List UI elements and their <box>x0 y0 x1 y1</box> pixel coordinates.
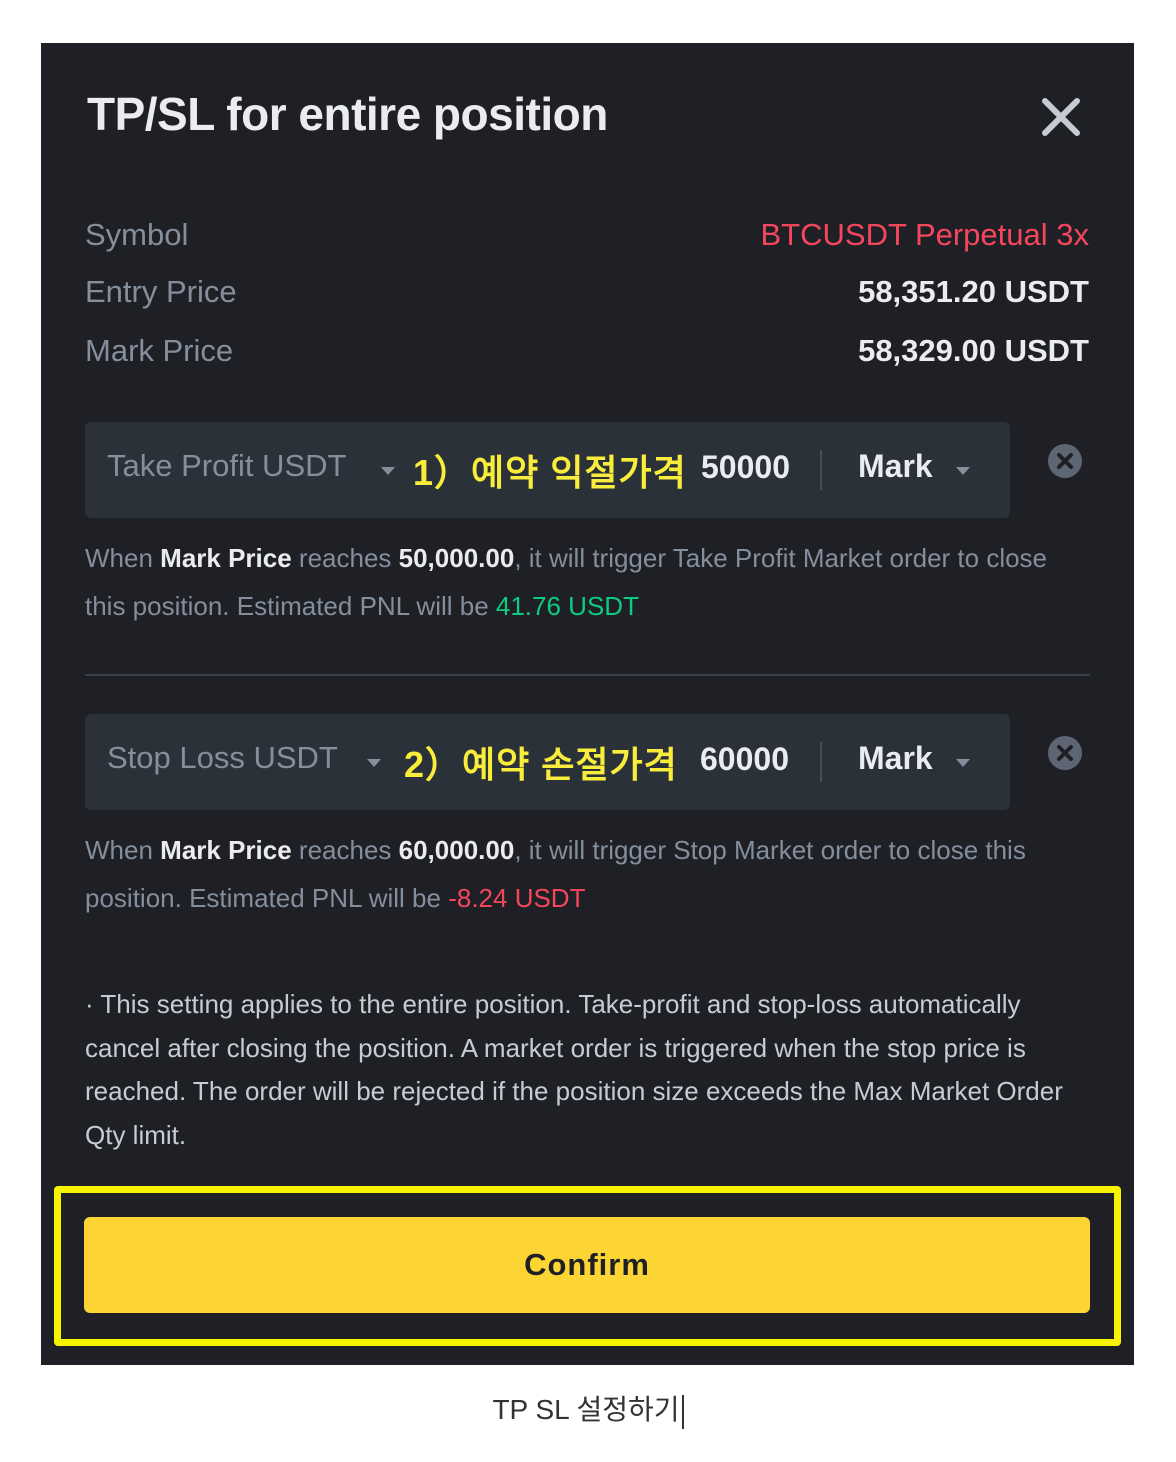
entry-price-row: Entry Price 58,351.20 USDT <box>85 274 1089 318</box>
caption-text: TP SL 설정하기 <box>492 1394 680 1425</box>
entry-price-value: 58,351.20 USDT <box>858 274 1089 309</box>
clear-take-profit-icon[interactable] <box>1047 443 1083 479</box>
mark-price-row: Mark Price 58,329.00 USDT <box>85 333 1089 377</box>
desc-trigger-price: 50,000.00 <box>398 543 515 573</box>
mark-price-label: Mark Price <box>85 333 234 368</box>
desc-text: When <box>85 835 161 865</box>
chevron-down-icon[interactable] <box>956 467 970 475</box>
take-profit-pnl: 41.76 USDT <box>495 591 639 621</box>
take-profit-type-label[interactable]: Take Profit USDT <box>107 448 346 484</box>
mark-price-value: 58,329.00 USDT <box>858 333 1089 368</box>
desc-text: When <box>85 543 161 573</box>
stop-loss-price-type[interactable]: Mark <box>858 740 933 777</box>
input-separator <box>820 742 822 782</box>
input-separator <box>820 450 822 490</box>
dialog-title: TP/SL for entire position <box>87 88 608 140</box>
take-profit-description: When Mark Price reaches 50,000.00, it wi… <box>85 534 1090 630</box>
close-icon[interactable] <box>1037 93 1085 141</box>
take-profit-price-type[interactable]: Mark <box>858 448 933 485</box>
stop-loss-annotation: 2）예약 손절가격 <box>404 744 678 785</box>
desc-trigger-price: 60,000.00 <box>398 835 515 865</box>
desc-price-name: Mark Price <box>160 543 292 573</box>
text-cursor <box>681 1394 684 1429</box>
desc-text: reaches <box>291 835 399 865</box>
divider <box>85 674 1090 676</box>
take-profit-annotation: 1）예약 익절가격 <box>413 452 687 493</box>
symbol-value: BTCUSDT Perpetual 3x <box>760 217 1090 252</box>
take-profit-value[interactable]: 50000 <box>701 449 790 486</box>
symbol-row: Symbol BTCUSDT Perpetual 3x <box>85 217 1089 261</box>
desc-text: reaches <box>291 543 399 573</box>
clear-stop-loss-icon[interactable] <box>1047 735 1083 771</box>
desc-price-name: Mark Price <box>160 835 292 865</box>
symbol-label: Symbol <box>85 217 189 252</box>
stop-loss-input[interactable]: Stop Loss USDT 2）예약 손절가격 60000 Mark <box>85 714 1010 810</box>
take-profit-input[interactable]: Take Profit USDT 1）예약 익절가격 50000 Mark <box>85 422 1010 518</box>
entry-price-label: Entry Price <box>85 274 237 309</box>
chevron-down-icon[interactable] <box>381 467 395 475</box>
confirm-button[interactable]: Confirm <box>84 1217 1090 1313</box>
tpsl-dialog: TP/SL for entire position Symbol BTCUSDT… <box>41 43 1134 1365</box>
chevron-down-icon[interactable] <box>367 759 381 767</box>
stop-loss-description: When Mark Price reaches 60,000.00, it wi… <box>85 826 1090 922</box>
stop-loss-value[interactable]: 60000 <box>700 741 789 778</box>
image-caption: TP SL 설정하기 <box>0 1388 1176 1429</box>
position-note: · This setting applies to the entire pos… <box>85 989 1063 1150</box>
stop-loss-type-label[interactable]: Stop Loss USDT <box>107 740 338 776</box>
stop-loss-pnl: -8.24 USDT <box>448 883 586 913</box>
chevron-down-icon[interactable] <box>956 759 970 767</box>
